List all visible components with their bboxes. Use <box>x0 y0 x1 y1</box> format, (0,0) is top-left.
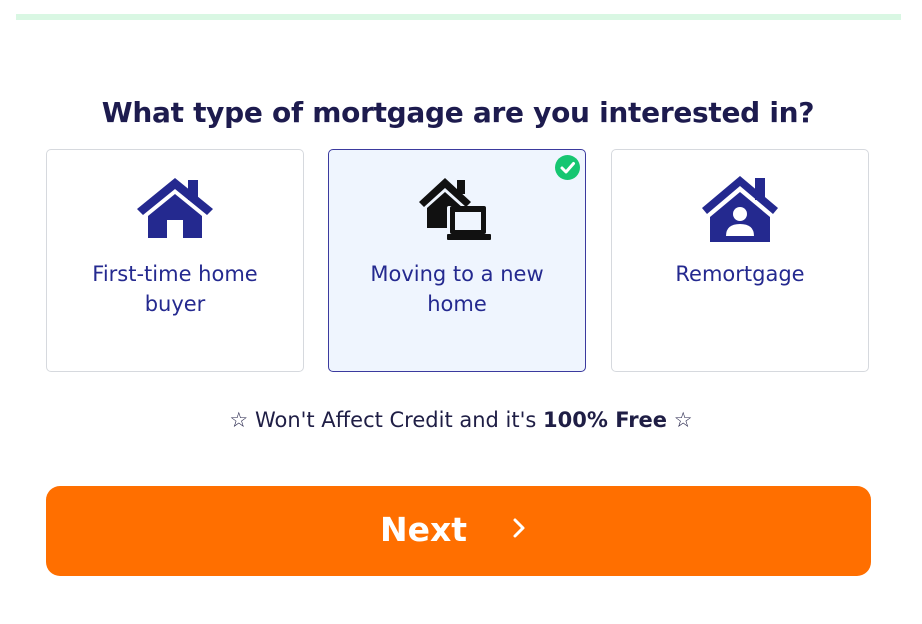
next-button-label: Next <box>380 510 468 549</box>
trust-emphasis: 100% Free <box>543 408 668 432</box>
option-label: First-time home buyer <box>92 262 258 316</box>
next-button[interactable]: Next <box>46 486 871 576</box>
check-circle-icon <box>555 155 580 180</box>
chevron-right-icon <box>513 518 525 538</box>
option-label: Remortgage <box>675 262 805 286</box>
house-icon <box>137 178 213 238</box>
trust-text: Won't Affect Credit and it's <box>254 408 537 432</box>
house-user-icon <box>702 176 778 242</box>
option-remortgage[interactable]: Remortgage <box>611 149 869 372</box>
star-icon: ☆ <box>673 408 693 432</box>
star-icon: ☆ <box>229 408 249 432</box>
option-label: Moving to a new home <box>370 262 544 316</box>
trust-message: ☆ Won't Affect Credit and it's 100% Free… <box>0 408 922 432</box>
option-first-time-buyer[interactable]: First-time home buyer <box>46 149 304 372</box>
option-moving-home[interactable]: Moving to a new home <box>328 149 586 372</box>
moving-house-icon <box>419 178 491 240</box>
page-title: What type of mortgage are you interested… <box>101 96 815 129</box>
progress-bar <box>16 14 901 20</box>
